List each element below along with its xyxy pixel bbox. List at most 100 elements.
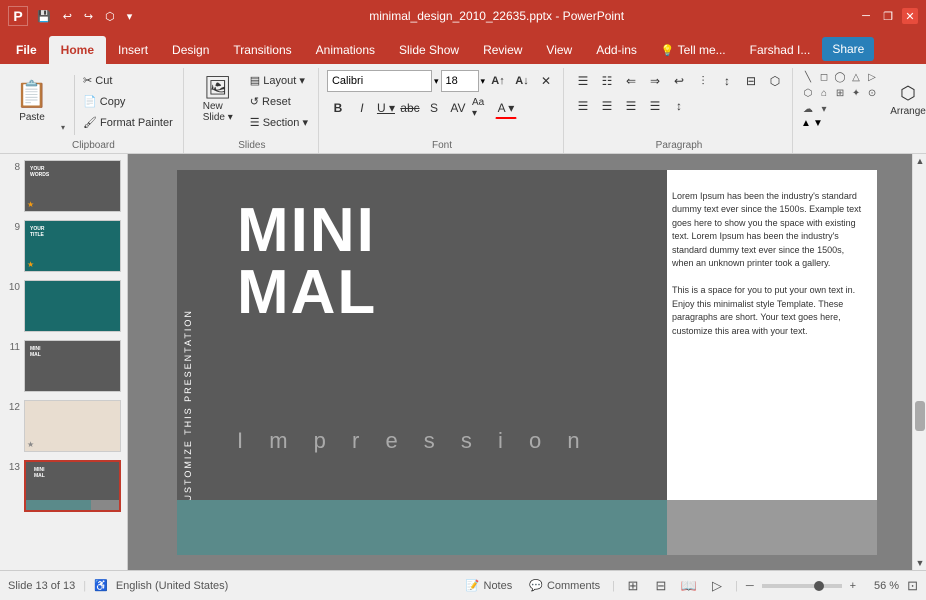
align-right-btn[interactable]: ☰ <box>620 95 642 117</box>
slide-sorter-btn[interactable]: ⊟ <box>651 576 671 596</box>
tab-view[interactable]: View <box>534 36 584 64</box>
slideshow-btn[interactable]: ▷ <box>707 576 727 596</box>
minimize-btn[interactable]: ─ <box>858 8 874 24</box>
tab-share[interactable]: Share <box>822 37 874 61</box>
shape-4[interactable]: △ <box>849 70 863 84</box>
tab-addins[interactable]: Add-ins <box>584 36 649 64</box>
scroll-thumb[interactable] <box>915 401 925 431</box>
justify-btn[interactable]: ☰ <box>644 95 666 117</box>
slide-panel[interactable]: 8 YOURWORDS ★ 9 YOURTITLE ★ 10 11 M <box>0 154 128 570</box>
tab-animations[interactable]: Animations <box>304 36 387 64</box>
tab-tell-me[interactable]: 💡 Tell me... <box>649 36 738 64</box>
tab-design[interactable]: Design <box>160 36 221 64</box>
shape-7[interactable]: ⌂ <box>817 86 831 100</box>
scroll-track[interactable] <box>913 168 926 556</box>
case-btn[interactable]: Aa ▾ <box>471 97 493 119</box>
increase-font-btn[interactable]: A↑ <box>487 70 509 92</box>
tab-home[interactable]: Home <box>49 36 106 64</box>
align-center-btn[interactable]: ☰ <box>596 95 618 117</box>
restore-btn[interactable]: ❐ <box>880 8 896 24</box>
undo-qat-btn[interactable]: ↩ <box>60 10 75 23</box>
fit-slide-btn[interactable]: ⊡ <box>907 578 918 594</box>
shape-1[interactable]: ╲ <box>801 70 815 84</box>
underline-btn[interactable]: U ▾ <box>375 97 397 119</box>
bullets-btn[interactable]: ☰ <box>572 70 594 92</box>
font-color-btn[interactable]: A ▾ <box>495 97 517 119</box>
scroll-down-arrow[interactable]: ▼ <box>913 556 926 570</box>
tab-account[interactable]: Farshad I... <box>738 36 823 64</box>
reset-btn[interactable]: ↺ Reset <box>246 91 312 111</box>
shape-down[interactable]: ▼ <box>813 118 823 129</box>
section-btn[interactable]: ☰ Section ▾ <box>246 112 312 132</box>
slide-item-10[interactable]: 10 <box>4 278 123 334</box>
slide-thumb-13[interactable]: MINIMAL <box>24 460 121 512</box>
slide-item-12[interactable]: 12 ★ <box>4 398 123 454</box>
font-name-dropdown[interactable]: ▾ <box>434 76 439 87</box>
slide-item-13[interactable]: 13 MINIMAL <box>4 458 123 514</box>
tab-transitions[interactable]: Transitions <box>221 36 303 64</box>
notes-btn[interactable]: 📝 Notes <box>461 576 517 595</box>
shape-3[interactable]: ◯ <box>833 70 847 84</box>
zoom-in-btn[interactable]: + <box>850 580 856 592</box>
comments-btn[interactable]: 💬 Comments <box>525 577 604 594</box>
customize-qat-btn[interactable]: ⬡ <box>102 10 118 23</box>
align-text-btn[interactable]: ⊟ <box>740 70 762 92</box>
layout-btn[interactable]: ▤ Layout ▾ <box>246 70 312 90</box>
shape-2[interactable]: ◻ <box>817 70 831 84</box>
slide-item-9[interactable]: 9 YOURTITLE ★ <box>4 218 123 274</box>
char-spacing-btn[interactable]: AV <box>447 97 469 119</box>
indent-increase-btn[interactable]: ⇒ <box>644 70 666 92</box>
shape-6[interactable]: ⬡ <box>801 86 815 100</box>
paste-btn[interactable]: 📋 Paste <box>10 70 54 132</box>
italic-btn[interactable]: I <box>351 97 373 119</box>
numbering-btn[interactable]: ☷ <box>596 70 618 92</box>
scroll-up-arrow[interactable]: ▲ <box>913 154 926 168</box>
zoom-out-btn[interactable]: ─ <box>746 580 754 592</box>
slide-thumb-10[interactable] <box>24 280 121 332</box>
more-qat-btn[interactable]: ▾ <box>124 10 136 23</box>
copy-btn[interactable]: 📄 Copy <box>79 91 177 111</box>
slide-thumb-12[interactable]: ★ <box>24 400 121 452</box>
tab-slideshow[interactable]: Slide Show <box>387 36 471 64</box>
clear-format-btn[interactable]: ✕ <box>535 70 557 92</box>
smartart-btn[interactable]: ⬡ <box>764 70 786 92</box>
align-left-btn[interactable]: ☰ <box>572 95 594 117</box>
shape-9[interactable]: ✦ <box>849 86 863 100</box>
slide-thumb-9[interactable]: YOURTITLE ★ <box>24 220 121 272</box>
cut-btn[interactable]: ✂ Cut <box>79 70 177 90</box>
tab-insert[interactable]: Insert <box>106 36 160 64</box>
rtl-btn[interactable]: ↩ <box>668 70 690 92</box>
shape-8[interactable]: ⊞ <box>833 86 847 100</box>
slide-thumb-8[interactable]: YOURWORDS ★ <box>24 160 121 212</box>
shape-more[interactable]: ▾ <box>817 102 831 116</box>
shape-11[interactable]: ☁ <box>801 102 815 116</box>
slide-thumb-11[interactable]: MINIMAL <box>24 340 121 392</box>
tab-review[interactable]: Review <box>471 36 534 64</box>
redo-qat-btn[interactable]: ↪ <box>81 10 96 23</box>
indent-decrease-btn[interactable]: ⇐ <box>620 70 642 92</box>
strikethrough-btn[interactable]: abc <box>399 97 421 119</box>
font-size-input[interactable] <box>441 70 479 92</box>
save-qat-btn[interactable]: 💾 <box>34 10 54 23</box>
text-direction-btn[interactable]: ↕ <box>716 70 738 92</box>
shape-up[interactable]: ▲ <box>801 118 811 129</box>
new-slide-btn[interactable]: 🖼 NewSlide ▾ <box>192 70 244 130</box>
paste-dropdown-btn[interactable]: ▾ <box>56 70 70 132</box>
zoom-slider[interactable] <box>762 584 842 588</box>
shape-5[interactable]: ▷ <box>865 70 879 84</box>
close-btn[interactable]: ✕ <box>902 8 918 24</box>
slide-item-8[interactable]: 8 YOURWORDS ★ <box>4 158 123 214</box>
language-indicator[interactable]: English (United States) <box>116 580 229 592</box>
tab-file[interactable]: File <box>4 36 49 64</box>
format-painter-btn[interactable]: 🖌 Format Painter <box>79 112 177 132</box>
normal-view-btn[interactable]: ⊞ <box>623 576 643 596</box>
arrange-btn[interactable]: ⬡ Arrange <box>883 70 926 130</box>
shape-10[interactable]: ⊙ <box>865 86 879 100</box>
decrease-font-btn[interactable]: A↓ <box>511 70 533 92</box>
columns-btn[interactable]: ⫶ <box>692 70 714 92</box>
bold-btn[interactable]: B <box>327 97 349 119</box>
font-name-input[interactable] <box>327 70 432 92</box>
shadow-btn[interactable]: S <box>423 97 445 119</box>
zoom-percent[interactable]: 56 % <box>864 580 899 592</box>
accessibility-icon[interactable]: ♿ <box>94 579 108 592</box>
